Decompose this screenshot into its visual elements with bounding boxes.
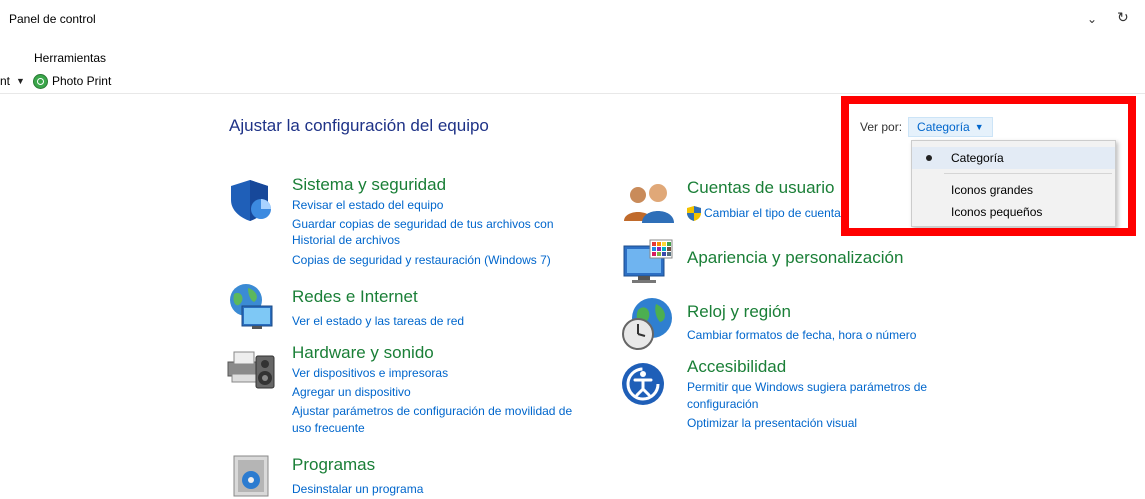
toolbar: nt ▼ Photo Print: [0, 73, 111, 89]
programs-icon: [233, 455, 269, 497]
link-change-account-type[interactable]: Cambiar el tipo de cuenta: [704, 205, 841, 221]
link-backup-history[interactable]: Guardar copias de seguridad de tus archi…: [292, 216, 554, 232]
address-bar[interactable]: Panel de control ⌄ ↻: [0, 0, 1145, 40]
uac-shield-icon: [687, 206, 701, 221]
category-user-accounts[interactable]: Cuentas de usuario: [687, 178, 834, 198]
network-globe-icon: [230, 284, 273, 329]
address-title: Panel de control: [9, 12, 96, 26]
link-network-status[interactable]: Ver el estado y las tareas de red: [292, 313, 464, 329]
link-windows-suggest[interactable]: Permitir que Windows sugiera parámetros …: [687, 379, 927, 395]
accessibility-icon: [622, 363, 664, 405]
shield-icon: [231, 180, 271, 221]
toolbar-divider: [0, 93, 1145, 94]
photo-print-button[interactable]: Photo Print: [52, 74, 111, 88]
category-accessibility[interactable]: Accesibilidad: [687, 357, 786, 377]
category-clock-region[interactable]: Reloj y región: [687, 302, 791, 322]
link-uninstall-program[interactable]: Desinstalar un programa: [292, 481, 423, 497]
link-mobility-settings-2[interactable]: uso frecuente: [292, 420, 365, 436]
user-accounts-icon: [624, 184, 674, 223]
link-date-formats[interactable]: Cambiar formatos de fecha, hora o número: [687, 327, 916, 343]
link-backup-history-2[interactable]: Historial de archivos: [292, 232, 400, 248]
appearance-monitor-icon: [623, 239, 673, 283]
photo-print-icon: [32, 73, 48, 89]
link-devices-printers[interactable]: Ver dispositivos e impresoras: [292, 365, 448, 381]
toolbar-truncated-item[interactable]: nt: [0, 74, 10, 88]
refresh-icon[interactable]: ↻: [1117, 9, 1129, 26]
link-review-status[interactable]: Revisar el estado del equipo: [292, 197, 443, 213]
clock-region-icon: [622, 298, 672, 350]
chevron-down-icon[interactable]: ⌄: [1087, 12, 1097, 26]
category-appearance[interactable]: Apariencia y personalización: [687, 248, 903, 268]
link-optimize-display[interactable]: Optimizar la presentación visual: [687, 415, 857, 431]
category-network[interactable]: Redes e Internet: [292, 287, 418, 307]
link-windows-suggest-2[interactable]: configuración: [687, 396, 758, 412]
link-mobility-settings[interactable]: Ajustar parámetros de configuración de m…: [292, 403, 572, 419]
category-programs[interactable]: Programas: [292, 455, 375, 475]
dropdown-arrow-icon[interactable]: ▼: [16, 76, 25, 86]
link-backup-restore[interactable]: Copias de seguridad y restauración (Wind…: [292, 252, 551, 268]
category-hardware-sound[interactable]: Hardware y sonido: [292, 343, 434, 363]
page-title: Ajustar la configuración del equipo: [229, 116, 489, 135]
category-system-security[interactable]: Sistema y seguridad: [292, 175, 446, 195]
printer-speaker-icon: [227, 351, 275, 389]
link-add-device[interactable]: Agregar un dispositivo: [292, 384, 411, 400]
highlight-rectangle: [841, 96, 1136, 236]
menu-tools[interactable]: Herramientas: [34, 51, 106, 65]
